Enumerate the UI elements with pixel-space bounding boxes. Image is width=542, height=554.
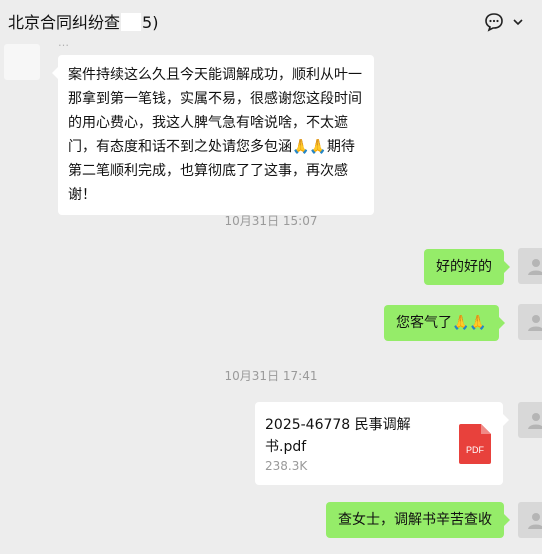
chat-title-count: 5) [142, 13, 159, 32]
file-size: 238.3K [265, 459, 308, 473]
my-avatar[interactable] [518, 304, 542, 340]
timestamp-1: 10月31日 15:07 [224, 214, 318, 228]
chat-header: 北京合同纠纷查 5) [0, 0, 542, 42]
user-placeholder-icon [528, 315, 542, 331]
user-placeholder-icon [528, 413, 542, 429]
user-placeholder-icon [528, 513, 542, 529]
chat-title: 北京合同纠纷查 5) [8, 9, 158, 33]
incoming-message-text: 案件持续这么久且今天能调解成功，顺利从叶一那拿到第一笔钱，实属不易，很感谢您这段… [68, 67, 362, 203]
outgoing-message-2[interactable]: 您客气了🙏🙏 [384, 305, 505, 341]
my-avatar[interactable] [518, 248, 542, 284]
outgoing-message-3-text: 查女士，调解书辛苦查收 [338, 512, 492, 528]
file-message[interactable]: 2025-46778 民事调解书.pdf 238.3K PDF [255, 402, 509, 485]
timestamp-2: 10月31日 17:41 [224, 369, 318, 383]
file-name: 2025-46778 民事调解书.pdf [265, 417, 411, 455]
chat-bubble-icon[interactable] [484, 12, 504, 32]
incoming-message[interactable]: 案件持续这么久且今天能调解成功，顺利从叶一那拿到第一笔钱，实属不易，很感谢您这段… [52, 55, 374, 215]
chevron-down-icon[interactable] [512, 16, 524, 28]
outgoing-message-1-text: 好的好的 [436, 259, 492, 275]
redacted-block [121, 13, 142, 31]
sender-name: … [58, 36, 69, 49]
my-avatar[interactable] [518, 402, 542, 438]
outgoing-message-1[interactable]: 好的好的 [424, 249, 510, 285]
contact-avatar[interactable] [4, 44, 40, 80]
pdf-file-icon: PDF [459, 424, 491, 464]
outgoing-message-2-text: 您客气了🙏🙏 [396, 315, 487, 331]
my-avatar[interactable] [518, 502, 542, 538]
pdf-label: PDF [466, 445, 485, 455]
chat-title-text: 北京合同纠纷查 [8, 13, 121, 32]
outgoing-message-3[interactable]: 查女士，调解书辛苦查收 [326, 502, 510, 538]
user-placeholder-icon [528, 259, 542, 275]
